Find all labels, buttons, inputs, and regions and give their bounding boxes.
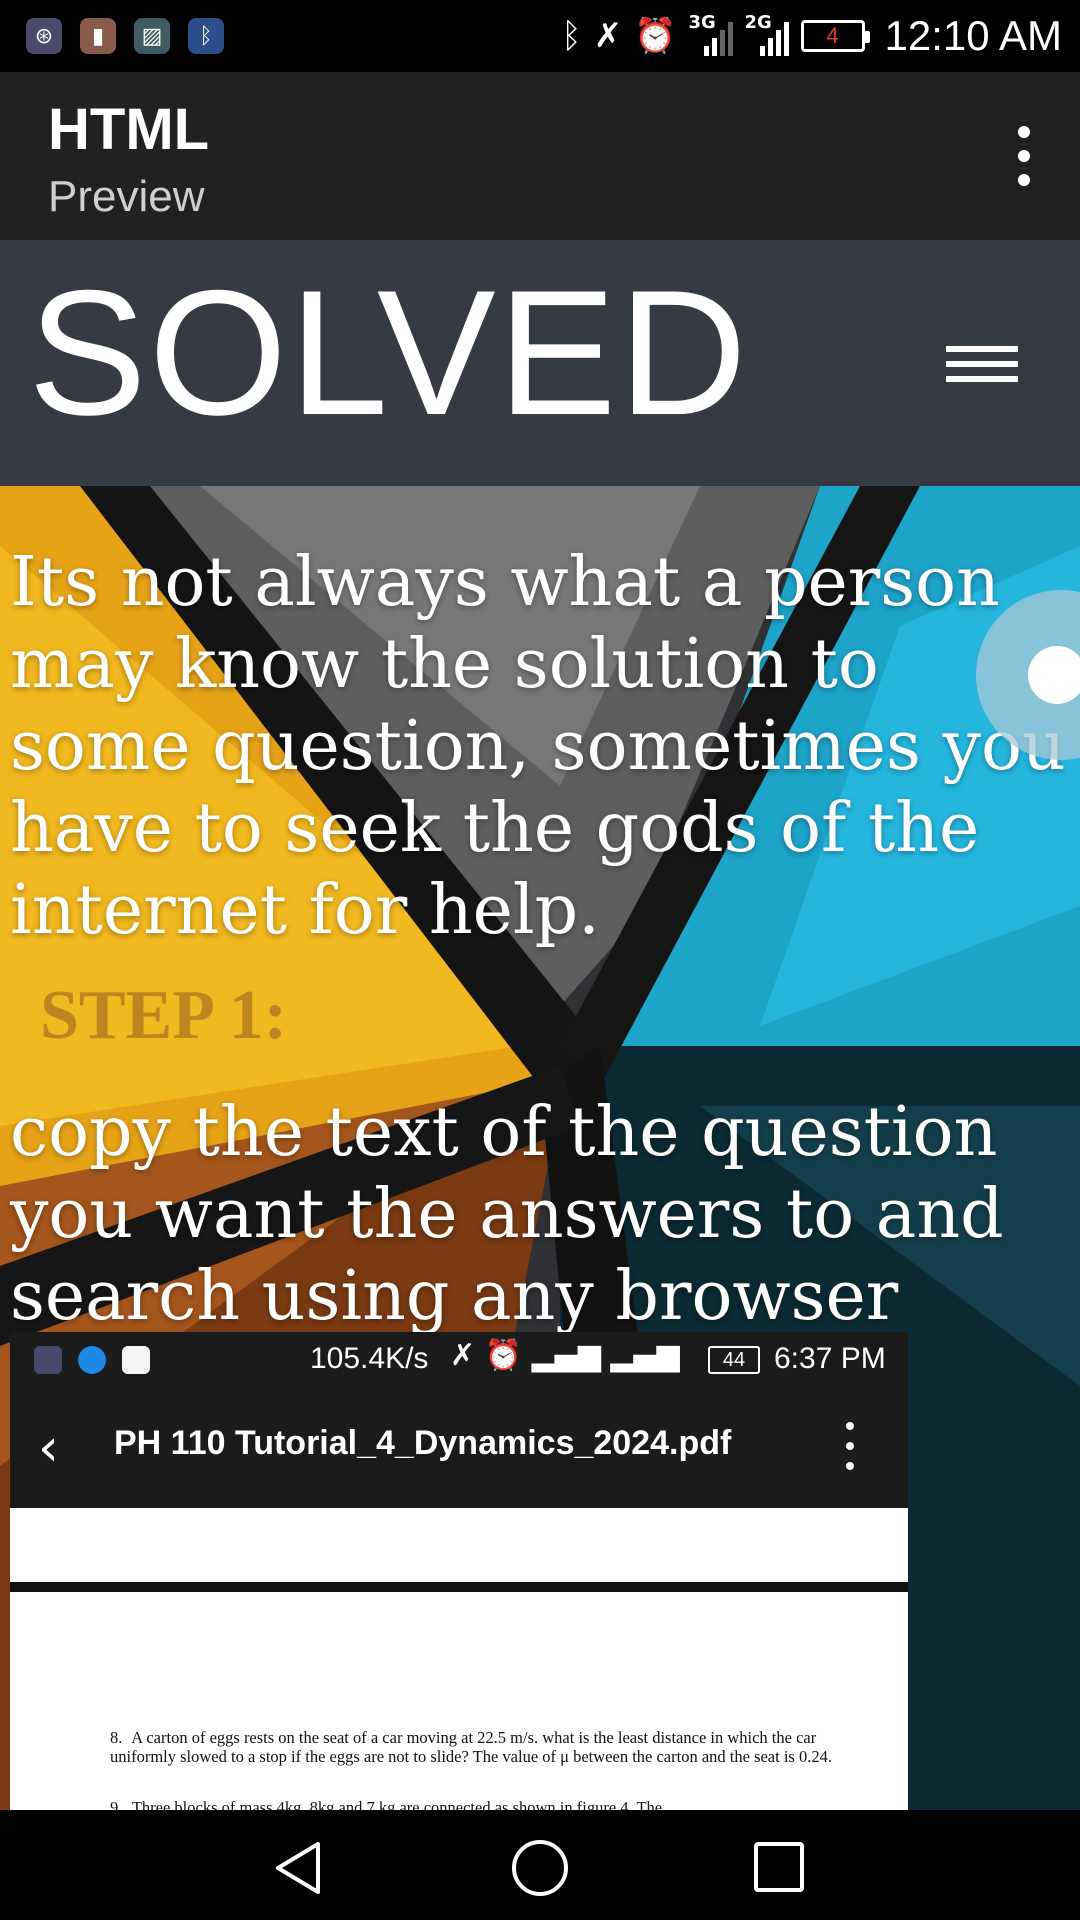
pdf-page: 8. A carton of eggs rests on the seat of… bbox=[10, 1592, 908, 1810]
bluetooth-icon: ᛒ bbox=[561, 16, 582, 56]
mute-icon: ✗ bbox=[593, 16, 623, 56]
pdf-page bbox=[10, 1508, 908, 1582]
intro-paragraph: Its not always what a person may know th… bbox=[10, 543, 1066, 950]
back-nav-button[interactable] bbox=[270, 1838, 330, 1898]
signal-3g-icon: 3G bbox=[689, 12, 733, 58]
bluetooth-app-icon: ᛒ bbox=[188, 18, 224, 54]
status-bar: ⊛ ▮ ▨ ᛒ ᛒ ✗ ⏰ 3G 2G 4 12:10 AM bbox=[0, 0, 1080, 72]
overflow-menu-button[interactable] bbox=[1000, 126, 1048, 186]
embedded-network-speed: 105.4K/s bbox=[310, 1342, 429, 1375]
home-nav-button[interactable] bbox=[510, 1838, 570, 1898]
embedded-screenshot: 105.4K/s ✗ ⏰ ▂▄▆ ▂▄▆ 44 6:37 PM ‹ PH 110… bbox=[10, 1332, 908, 1810]
focus-app-icon: ⊛ bbox=[26, 18, 62, 54]
back-arrow-icon: ‹ bbox=[38, 1418, 59, 1478]
p-app-icon bbox=[122, 1346, 150, 1374]
embedded-pdf-toolbar: ‹ PH 110 Tutorial_4_Dynamics_2024.pdf bbox=[10, 1388, 908, 1508]
recents-nav-button[interactable] bbox=[750, 1838, 810, 1898]
question-9: 9. Three blocks of mass 4kg, 8kg and 7 k… bbox=[110, 1798, 663, 1810]
menu-icon bbox=[946, 346, 1018, 352]
status-time: 12:10 AM bbox=[884, 12, 1062, 59]
more-vert-icon bbox=[1018, 126, 1030, 138]
clipboard-icon: ▮ bbox=[80, 18, 116, 54]
embedded-status-bar: 105.4K/s ✗ ⏰ ▂▄▆ ▂▄▆ 44 6:37 PM bbox=[10, 1332, 908, 1388]
embedded-status-symbols: ✗ ⏰ ▂▄▆ ▂▄▆ bbox=[450, 1338, 680, 1373]
embedded-pdf-title: PH 110 Tutorial_4_Dynamics_2024.pdf bbox=[114, 1424, 732, 1462]
battery-icon: 4 bbox=[800, 20, 870, 52]
site-title[interactable]: SOLVED bbox=[28, 246, 749, 460]
app-subtitle: Preview bbox=[48, 172, 205, 221]
embedded-battery: 44 bbox=[708, 1346, 760, 1374]
app-bar: HTML Preview bbox=[0, 72, 1080, 240]
site-header: SOLVED bbox=[0, 240, 1080, 486]
battery-level: 4 bbox=[826, 23, 839, 48]
page-divider bbox=[10, 1582, 908, 1592]
messenger-icon bbox=[78, 1346, 106, 1374]
alarm-icon: ⏰ bbox=[634, 16, 677, 56]
more-vert-icon bbox=[846, 1422, 858, 1470]
gallery-icon: ▨ bbox=[134, 18, 170, 54]
hero-section: Its not always what a person may know th… bbox=[0, 486, 1080, 1810]
app-title: HTML bbox=[48, 97, 210, 162]
hamburger-menu-button[interactable] bbox=[946, 346, 1018, 382]
focus-app-icon bbox=[34, 1346, 62, 1374]
step-paragraph: copy the text of the question you want t… bbox=[10, 1093, 1004, 1336]
step-heading: STEP 1: bbox=[40, 977, 288, 1054]
status-indicators: ᛒ ✗ ⏰ 3G 2G 4 12:10 AM bbox=[561, 0, 1062, 72]
navigation-bar bbox=[0, 1810, 1080, 1920]
question-8: 8. A carton of eggs rests on the seat of… bbox=[110, 1728, 832, 1766]
signal-2g-icon: 2G bbox=[745, 12, 789, 58]
assistive-touch-icon bbox=[1028, 646, 1080, 704]
embedded-time: 6:37 PM bbox=[774, 1342, 886, 1375]
